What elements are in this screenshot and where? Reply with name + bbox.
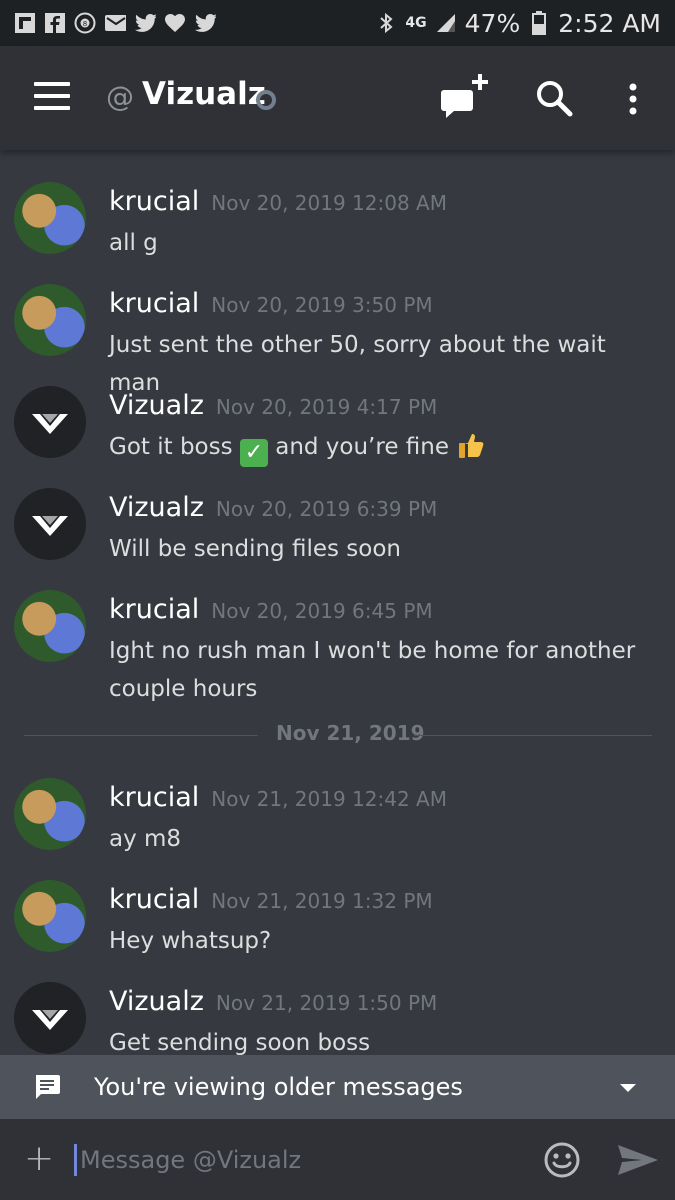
avatar[interactable]	[14, 284, 86, 356]
timestamp: Nov 20, 2019 6:39 PM	[215, 497, 438, 521]
message-text: Will be sending files soon	[109, 536, 401, 562]
message-composer: +	[0, 1119, 675, 1200]
message-header: Vizualz Nov 20, 2019 6:39 PM	[109, 492, 437, 523]
author-name[interactable]: krucial	[109, 186, 199, 217]
divider-line	[414, 735, 652, 736]
author-name[interactable]: krucial	[109, 594, 199, 625]
timestamp: Nov 20, 2019 12:08 AM	[211, 191, 447, 215]
flipboard-icon	[14, 12, 36, 34]
message-header: krucial Nov 20, 2019 3:50 PM	[109, 288, 433, 319]
check-mark-emoji-icon: ✓	[239, 439, 268, 467]
timestamp: Nov 20, 2019 6:45 PM	[211, 599, 433, 623]
message-text: Get sending soon boss	[109, 1030, 371, 1055]
avatar[interactable]	[14, 488, 86, 560]
vizualz-logo-icon	[32, 414, 68, 434]
avatar[interactable]	[14, 778, 86, 850]
facebook-icon	[44, 12, 66, 34]
8ball-icon: 8	[74, 12, 96, 34]
system-indicators: 4G 47% 2:52 AM	[375, 9, 661, 38]
avatar[interactable]	[14, 880, 86, 952]
avatar[interactable]	[14, 386, 86, 458]
message-text-part: and you’re fine	[275, 434, 449, 460]
clock: 2:52 AM	[558, 8, 661, 38]
chevron-down-icon[interactable]	[620, 1084, 636, 1092]
status-bar: 8 4G 47% 2:52 AM	[0, 0, 675, 46]
signal-icon	[435, 12, 457, 34]
message-text: Got it boss ✓ and you’re fine	[109, 428, 649, 467]
channel-header: @ Vizualz	[0, 46, 675, 150]
notification-icons: 8	[14, 12, 216, 34]
author-name[interactable]: Vizualz	[109, 986, 204, 1017]
timestamp: Nov 20, 2019 4:17 PM	[215, 395, 438, 419]
avatar[interactable]	[14, 982, 86, 1054]
author-name[interactable]: Vizualz	[109, 390, 204, 421]
message-header: krucial Nov 21, 2019 12:42 AM	[109, 782, 447, 813]
search-icon[interactable]	[534, 78, 574, 118]
channel-title: Vizualz	[142, 76, 266, 112]
date-divider: Nov 21, 2019	[24, 721, 652, 751]
bluetooth-icon	[375, 12, 397, 34]
network-type: 4G	[405, 15, 427, 31]
twitter-icon	[134, 12, 156, 34]
author-name[interactable]: krucial	[109, 884, 199, 915]
timestamp: Nov 20, 2019 3:50 PM	[211, 293, 433, 317]
mail-icon	[104, 12, 126, 34]
vizualz-logo-icon	[32, 516, 68, 536]
svg-text:8: 8	[83, 20, 87, 28]
add-attachment-icon[interactable]: +	[24, 1141, 54, 1177]
message-text: ay m8	[109, 826, 182, 852]
text-cursor	[74, 1144, 77, 1176]
new-dm-icon[interactable]	[440, 72, 492, 124]
timestamp: Nov 21, 2019 1:32 PM	[211, 889, 433, 913]
divider-date: Nov 21, 2019	[276, 721, 425, 745]
message-header: Vizualz Nov 20, 2019 4:17 PM	[109, 390, 437, 421]
battery-icon	[528, 11, 550, 35]
older-messages-text: You're viewing older messages	[94, 1073, 463, 1101]
thumbs-up-emoji-icon	[456, 434, 486, 460]
send-icon[interactable]	[616, 1143, 660, 1177]
message-header: krucial Nov 21, 2019 1:32 PM	[109, 884, 433, 915]
author-name[interactable]: Vizualz	[109, 492, 204, 523]
older-messages-banner[interactable]: You're viewing older messages	[0, 1055, 675, 1119]
message-text: Hey whatsup?	[109, 928, 272, 954]
message-text-part: Got it boss	[109, 434, 233, 460]
divider-line	[24, 735, 258, 736]
author-name[interactable]: krucial	[109, 288, 199, 319]
at-symbol: @	[106, 80, 134, 113]
hamburger-menu-icon[interactable]	[34, 82, 70, 112]
twitter-icon	[194, 12, 216, 34]
chat-bubble-icon	[33, 1073, 61, 1101]
message-text: Ight no rush man I won't be home for ano…	[109, 638, 636, 702]
avatar[interactable]	[14, 590, 86, 662]
message-text: all g	[109, 230, 158, 256]
message-header: Vizualz Nov 21, 2019 1:50 PM	[109, 986, 437, 1017]
emoji-picker-icon[interactable]	[543, 1141, 581, 1179]
vizualz-logo-icon	[32, 1010, 68, 1030]
battery-percent: 47%	[464, 8, 521, 38]
timestamp: Nov 21, 2019 12:42 AM	[211, 787, 447, 811]
message-header: krucial Nov 20, 2019 6:45 PM	[109, 594, 433, 625]
offline-status-icon	[256, 90, 276, 110]
more-options-icon[interactable]	[622, 82, 644, 116]
author-name[interactable]: krucial	[109, 782, 199, 813]
message-header: krucial Nov 20, 2019 12:08 AM	[109, 186, 447, 217]
message-list[interactable]: krucial Nov 20, 2019 12:08 AM all g kruci…	[0, 150, 675, 1055]
avatar[interactable]	[14, 182, 86, 254]
message-input[interactable]	[78, 1141, 522, 1179]
timestamp: Nov 21, 2019 1:50 PM	[215, 991, 438, 1015]
heart-icon	[164, 12, 186, 34]
